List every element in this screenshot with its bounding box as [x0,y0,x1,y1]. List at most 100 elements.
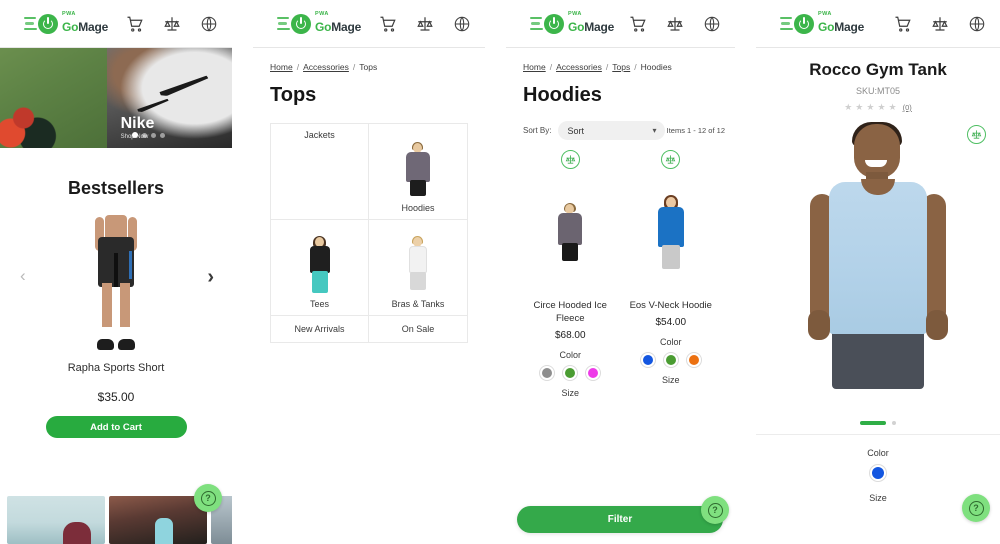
color-swatch[interactable] [562,364,579,381]
product-image[interactable] [555,176,585,296]
logo-go: Go [62,19,79,34]
category-cell-bras-tanks[interactable]: Bras & Tanks [369,220,467,316]
category-cell-on-sale[interactable]: On Sale [369,316,467,342]
chevron-down-icon: ▾ [652,126,657,135]
logo-mage: Mage [331,19,362,34]
product-image[interactable] [0,205,232,350]
gomage-logo[interactable]: PWA GoMage [24,12,108,36]
help-button[interactable]: ? [194,484,222,512]
compare-icon[interactable] [416,15,434,33]
cart-icon[interactable] [126,15,144,33]
category-image-bras-tanks [404,226,432,299]
color-swatches [639,351,702,368]
filter-button[interactable]: Filter [517,506,723,533]
banner-title: Nike [120,115,155,133]
review-count[interactable]: (0) [903,103,912,112]
product-image[interactable] [655,176,687,296]
globe-icon[interactable] [453,15,471,33]
logo-go: Go [568,19,585,34]
category-label: New Arrivals [294,324,345,334]
star-icon: ★ [855,102,864,112]
cart-icon[interactable] [379,15,397,33]
carousel-next-button[interactable]: › [207,267,214,287]
breadcrumb-item-accessories[interactable]: Accessories [556,62,602,72]
product-card-actions [621,150,722,176]
gomage-logo[interactable]: PWA GoMage [780,12,864,36]
logo-text: PWA GoMage [62,12,108,35]
globe-icon[interactable] [703,15,721,33]
color-label: Color [659,336,682,347]
category-label: Bras & Tanks [391,299,445,309]
size-label: Size [661,374,680,385]
compare-icon[interactable] [666,15,684,33]
color-swatch[interactable] [662,351,679,368]
gomage-logo[interactable]: PWA GoMage [530,12,614,36]
question-mark-icon: ? [968,500,984,516]
color-swatch[interactable] [585,364,602,381]
help-button[interactable]: ? [701,496,729,524]
breadcrumb-item-current: Hoodies [640,62,672,72]
product-card: Circe Hooded Ice Fleece $68.00 Color Siz… [520,150,621,398]
color-swatch[interactable] [639,351,656,368]
logo-go: Go [818,19,835,34]
banner-carousel-dots[interactable] [132,132,166,138]
nike-swoosh-secondary-icon [136,99,169,113]
color-swatch[interactable] [539,364,556,381]
header-icons [629,15,721,33]
breadcrumb-item-tops[interactable]: Tops [612,62,630,72]
site-header: PWA GoMage [756,0,1000,48]
rating[interactable]: ★ ★ ★ ★ ★ (0) [756,102,1000,113]
header-icons [379,15,471,33]
product-list: Circe Hooded Ice Fleece $68.00 Color Siz… [506,140,735,398]
hero-banner[interactable]: Nike Shop Now [0,48,232,148]
breadcrumb-item-home[interactable]: Home [270,62,293,72]
site-header: PWA GoMage [506,0,735,48]
logo-pwa-label: PWA [568,11,582,18]
pagination-dot[interactable] [892,421,896,425]
compare-icon[interactable] [560,150,580,169]
carousel-prev-button[interactable]: ‹ [20,267,26,284]
category-cell-jackets[interactable]: Jackets [271,124,369,220]
color-label: Color [867,448,889,458]
product-options: Color Size [756,434,1000,503]
size-label: Size [561,387,579,398]
category-cell-hoodies[interactable]: Hoodies [369,124,467,220]
carousel-dot[interactable] [151,132,157,138]
product-main-image[interactable] [802,122,954,414]
thumbnail-image[interactable] [109,496,207,544]
cart-icon[interactable] [894,15,912,33]
pagination-active-bar[interactable] [860,421,886,425]
breadcrumb: Home / Accessories / Tops [270,62,378,72]
compare-icon[interactable] [967,125,986,144]
globe-icon[interactable] [968,15,986,33]
panel-hoodies: PWA GoMage Home / Accessories / Tops / Hoodies… [506,0,735,544]
carousel-dot[interactable] [160,132,166,138]
product-title: Rocco Gym Tank [809,60,947,79]
cart-icon[interactable] [629,15,647,33]
compare-icon[interactable] [163,15,181,33]
carousel-dot[interactable] [142,132,148,138]
globe-icon[interactable] [200,15,218,33]
category-cell-new-arrivals[interactable]: New Arrivals [271,316,369,342]
category-label: Jackets [304,130,335,140]
category-cell-tees[interactable]: Tees [271,220,369,316]
sort-by-label: Sort By: [523,126,552,135]
category-image-hoodies [404,130,432,203]
add-to-cart-button[interactable]: Add to Cart [45,416,187,438]
color-swatch[interactable] [869,464,887,482]
help-button[interactable]: ? [962,494,990,522]
gomage-logo[interactable]: PWA GoMage [277,12,361,36]
sort-select[interactable]: Sort ▾ [558,121,666,140]
thumbnail-image[interactable] [7,496,105,544]
gallery-pagination[interactable] [756,421,1000,425]
color-label: Color [559,349,581,360]
bestsellers-carousel: ‹ › Rapha Sports Short $35.00 Add to Car… [0,205,232,438]
product-name: Rapha Sports Short [67,362,165,374]
color-swatch[interactable] [685,351,702,368]
breadcrumb-item-home[interactable]: Home [523,62,546,72]
carousel-dot[interactable] [132,132,139,138]
breadcrumb-item-accessories[interactable]: Accessories [303,62,349,72]
compare-icon[interactable] [931,15,949,33]
header-icons [126,15,218,33]
compare-icon[interactable] [661,150,681,169]
